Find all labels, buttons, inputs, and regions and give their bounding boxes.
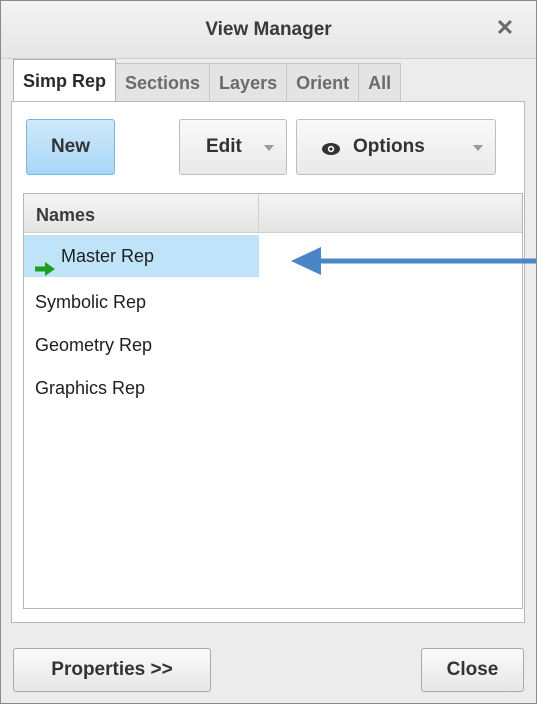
properties-button[interactable]: Properties >>: [13, 648, 211, 692]
column-header-names[interactable]: Names: [24, 194, 259, 232]
options-button[interactable]: Options: [296, 119, 496, 175]
list-item-label: Symbolic Rep: [35, 292, 147, 312]
tab-sections[interactable]: Sections: [115, 63, 211, 101]
tab-strip: Simp Rep Sections Layers Orient All: [13, 59, 402, 103]
caret-down-icon: [264, 145, 274, 151]
close-icon[interactable]: ✕: [494, 17, 516, 39]
list-item-geometry-rep[interactable]: Geometry Rep: [24, 324, 259, 366]
close-button[interactable]: Close: [421, 648, 524, 692]
list-item-label: Master Rep: [61, 246, 155, 266]
list-header: Names: [24, 194, 522, 233]
list-item-symbolic-rep[interactable]: Symbolic Rep: [24, 281, 259, 323]
eye-icon: [321, 140, 341, 155]
tab-orient[interactable]: Orient: [286, 63, 360, 101]
caret-down-icon: [473, 145, 483, 151]
dialog-title: View Manager: [205, 19, 332, 40]
annotation-arrow: [291, 247, 536, 275]
new-button-label: New: [50, 136, 91, 157]
title-bar: View Manager ✕: [1, 1, 536, 59]
list-item-master-rep[interactable]: Master Rep: [24, 235, 259, 277]
tab-layers[interactable]: Layers: [209, 63, 288, 101]
green-arrow-right-icon: [35, 249, 55, 276]
edit-button[interactable]: Edit: [179, 119, 287, 175]
list-item-graphics-rep[interactable]: Graphics Rep: [24, 367, 259, 409]
new-button[interactable]: New: [26, 119, 115, 175]
list-item-label: Geometry Rep: [35, 335, 153, 355]
tab-all[interactable]: All: [358, 63, 402, 101]
options-button-label: Options: [353, 136, 425, 157]
edit-button-label: Edit: [206, 136, 242, 157]
view-manager-dialog: View Manager ✕ Simp Rep Sections Layers …: [0, 0, 537, 704]
list-item-label: Graphics Rep: [35, 378, 146, 398]
tab-simp-rep[interactable]: Simp Rep: [13, 59, 117, 101]
